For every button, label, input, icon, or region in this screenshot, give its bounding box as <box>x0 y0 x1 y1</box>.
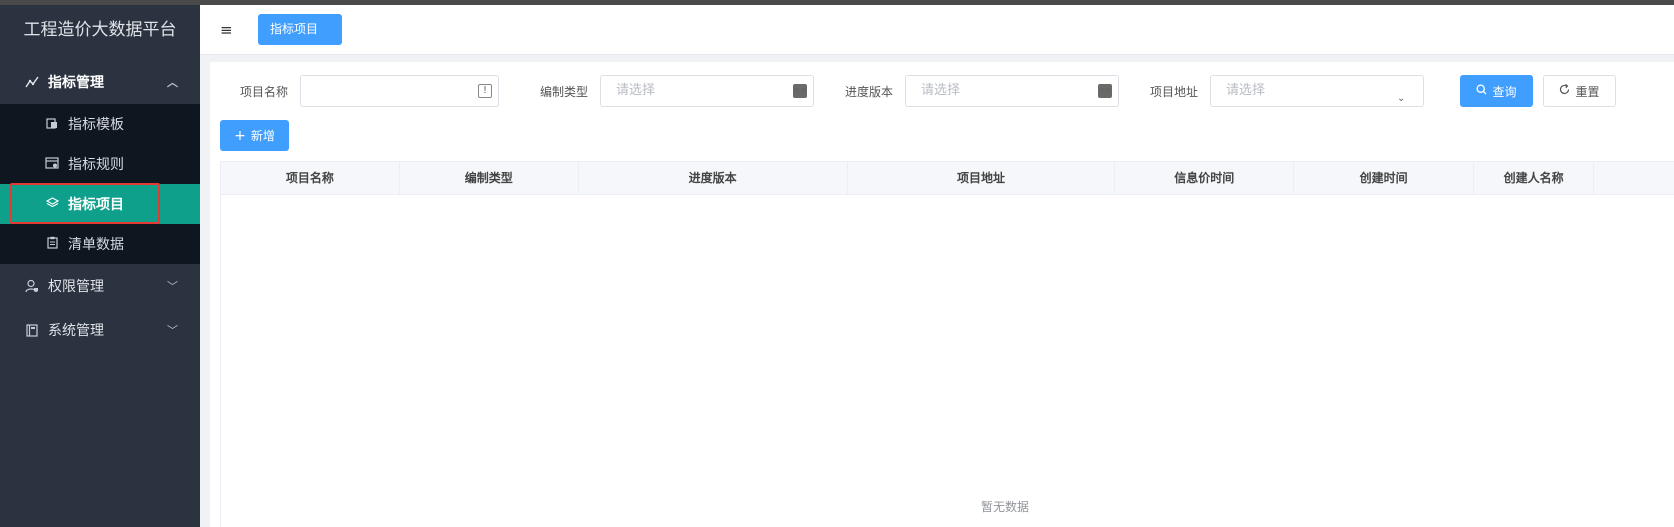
user-lock-icon <box>24 278 40 294</box>
column-header-project-name: 项目名称 <box>221 162 400 195</box>
empty-table-text: 暂无数据 <box>981 500 1030 514</box>
sidebar-item-label: 指标规则 <box>68 157 124 173</box>
compile-type-placeholder: 请选择 <box>616 83 656 98</box>
column-header-actions <box>1594 162 1674 195</box>
add-button[interactable]: + 新增 <box>220 120 289 151</box>
main-content: 项目名称 ! 编制类型 请选择 ▪▪ 进度版本 请选择 ▪▪ 项目地址 请选择 … <box>210 62 1674 527</box>
data-table: 项目名称 编制类型 进度版本 项目地址 信息价时间 创建时间 创建人名称 暂无数… <box>220 161 1674 527</box>
clipboard-info-icon: ! <box>478 84 492 98</box>
sidebar-item-indicator-rule[interactable]: 指标规则 <box>0 144 200 184</box>
project-address-select[interactable]: 请选择 ⌄ <box>1210 75 1424 107</box>
menu-head-indicator-management[interactable]: 指标管理 ︿ <box>0 60 200 104</box>
menu-head-label: 指标管理 <box>48 75 104 91</box>
chevron-up-icon: ︿ <box>167 76 178 89</box>
progress-version-select[interactable]: 请选择 ▪▪ <box>905 75 1119 107</box>
query-label: 查询 <box>1492 84 1517 99</box>
filter-bar: 项目名称 ! 编制类型 请选择 ▪▪ 进度版本 请选择 ▪▪ 项目地址 请选择 … <box>210 62 1674 122</box>
reset-label: 重置 <box>1575 84 1600 99</box>
menu-head-permission-management[interactable]: 权限管理 ﹀ <box>0 264 200 308</box>
menu-head-system-management[interactable]: 系统管理 ﹀ <box>0 308 200 352</box>
query-button[interactable]: 查询 <box>1460 75 1533 107</box>
rule-icon <box>44 156 60 172</box>
clipboard-icon <box>44 236 60 252</box>
chevron-down-icon: ﹀ <box>167 280 178 293</box>
column-header-compile-type: 编制类型 <box>400 162 579 195</box>
compile-type-select[interactable]: 请选择 ▪▪ <box>600 75 814 107</box>
search-icon <box>1476 84 1487 98</box>
project-address-placeholder: 请选择 <box>1226 83 1266 98</box>
sidebar-item-indicator-template[interactable]: 指标模板 <box>0 104 200 144</box>
sidebar: 工程造价大数据平台 指标管理 ︿ 指标模板 指标规则 指标项目 清单数据 权限管… <box>0 5 200 527</box>
column-header-creator-name: 创建人名称 <box>1474 162 1595 195</box>
plus-icon: + <box>234 127 246 144</box>
column-header-project-address: 项目地址 <box>848 162 1116 195</box>
column-header-info-price-time: 信息价时间 <box>1115 162 1295 195</box>
column-header-progress-version: 进度版本 <box>579 162 848 195</box>
tab-indicator-project[interactable]: 指标项目 <box>258 14 342 45</box>
keyboard-icon: ▪▪ <box>793 84 807 98</box>
reset-button[interactable]: 重置 <box>1543 75 1616 107</box>
menu-group-indicator: 指标管理 ︿ 指标模板 指标规则 指标项目 清单数据 <box>0 60 200 264</box>
column-header-created-time: 创建时间 <box>1294 162 1475 195</box>
table-header-row: 项目名称 编制类型 进度版本 项目地址 信息价时间 创建时间 创建人名称 <box>221 162 1674 195</box>
submenu-indicator: 指标模板 指标规则 指标项目 清单数据 <box>0 104 200 264</box>
sidebar-item-label: 指标模板 <box>68 117 124 133</box>
sidebar-item-indicator-project[interactable]: 指标项目 <box>0 184 200 224</box>
book-icon <box>24 322 40 338</box>
project-name-input[interactable]: ! <box>300 75 499 107</box>
template-icon <box>44 117 60 132</box>
menu-head-label: 系统管理 <box>48 323 104 339</box>
top-header: ≡ 指标项目 <box>200 5 1674 55</box>
chevron-down-icon: ﹀ <box>167 324 178 337</box>
hamburger-menu-icon[interactable]: ≡ <box>220 21 236 39</box>
compile-type-label: 编制类型 <box>540 85 589 99</box>
keyboard-icon: ▪▪ <box>1098 84 1112 98</box>
project-name-label: 项目名称 <box>240 85 289 99</box>
sidebar-item-label: 指标项目 <box>68 197 124 213</box>
chart-icon <box>24 74 40 90</box>
sidebar-item-bill-data[interactable]: 清单数据 <box>0 224 200 264</box>
brand-title: 工程造价大数据平台 <box>23 20 177 40</box>
progress-version-label: 进度版本 <box>845 85 894 99</box>
add-label: 新增 <box>250 129 275 143</box>
chevron-down-icon: ⌄ <box>1397 93 1406 104</box>
progress-version-placeholder: 请选择 <box>921 83 961 98</box>
layers-icon <box>44 196 60 212</box>
refresh-icon <box>1559 84 1570 98</box>
sidebar-item-label: 清单数据 <box>68 237 124 253</box>
menu-head-label: 权限管理 <box>48 279 104 295</box>
project-address-label: 项目地址 <box>1150 85 1199 99</box>
